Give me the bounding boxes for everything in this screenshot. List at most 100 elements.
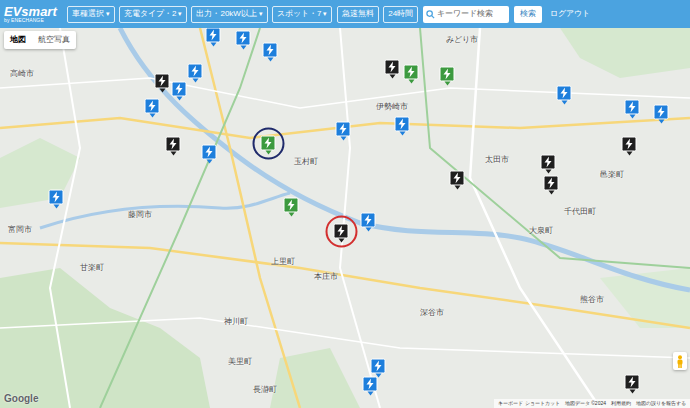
charger-pin[interactable]: [440, 67, 455, 86]
filter-toggle[interactable]: 急速無料: [337, 6, 379, 23]
highlight-ring: [252, 128, 284, 160]
pin-body: [361, 213, 376, 228]
lightning-icon: [443, 69, 452, 80]
filter-dropdown[interactable]: 充電タイプ・2▾: [119, 6, 187, 23]
lightning-icon: [374, 361, 383, 372]
filter-toggle[interactable]: 24時間: [383, 6, 418, 23]
charger-pin[interactable]: [188, 64, 203, 83]
attribution-link[interactable]: 利用規約: [611, 400, 631, 408]
attribution-bar: キーボード ショートカット地図データ ©2024 利用規約地図の誤りを報告する: [494, 399, 690, 408]
map-type-tab[interactable]: 航空写真: [32, 31, 76, 49]
place-label: 富岡市: [8, 224, 32, 236]
pin-tail: [149, 114, 155, 118]
pin-tail: [170, 152, 176, 156]
charger-pin[interactable]: [336, 122, 351, 141]
lightning-icon: [158, 76, 167, 87]
filter-label: 充電タイプ・2: [124, 8, 176, 20]
filter-dropdown[interactable]: 出力・20kW以上▾: [191, 6, 267, 23]
pin-tail: [626, 152, 632, 156]
charger-pin[interactable]: [385, 60, 400, 79]
charger-pin[interactable]: [541, 155, 556, 174]
charger-pin[interactable]: [206, 28, 221, 47]
charger-pin[interactable]: [363, 377, 378, 396]
map-type-control: 地図航空写真: [4, 31, 76, 49]
place-label: 甘楽町: [80, 262, 104, 274]
highlight-ring: [325, 216, 357, 248]
pin-tail: [159, 89, 165, 93]
charger-pin[interactable]: [49, 190, 64, 209]
lightning-icon: [52, 192, 61, 203]
top-bar: EVsmart by ENECHANGE 車種選択▾充電タイプ・2▾出力・20k…: [0, 0, 690, 28]
charger-pin[interactable]: [263, 43, 278, 62]
pin-body: [261, 136, 276, 151]
place-label: 高崎市: [10, 68, 34, 80]
pin-tail: [240, 46, 246, 50]
place-label: 熊谷市: [580, 294, 604, 306]
lightning-icon: [264, 138, 273, 149]
pin-body: [206, 28, 221, 43]
search-input[interactable]: [437, 8, 506, 20]
place-label: みどり市: [446, 34, 478, 46]
charger-pin[interactable]: [557, 86, 572, 105]
search-box: [423, 6, 509, 23]
pin-tail: [288, 213, 294, 217]
pin-body: [172, 82, 187, 97]
attribution-link[interactable]: 地図データ ©2024: [565, 400, 606, 408]
lightning-icon: [337, 226, 346, 237]
pin-body: [622, 137, 637, 152]
charger-pin[interactable]: [625, 100, 640, 119]
charger-pin[interactable]: [155, 74, 170, 93]
place-label: 玉村町: [294, 156, 318, 168]
pin-body: [155, 74, 170, 89]
charger-pin[interactable]: [166, 137, 181, 156]
place-label: 深谷市: [420, 307, 444, 319]
charger-pin[interactable]: [172, 82, 187, 101]
pin-body: [625, 100, 640, 115]
filter-label: 車種選択: [72, 8, 104, 20]
search-button[interactable]: 検索: [514, 6, 542, 23]
pin-tail: [454, 186, 460, 190]
logo-text: EVsmart: [4, 5, 62, 18]
charger-pin[interactable]: [261, 136, 276, 155]
place-label: 伊勢崎市: [376, 101, 408, 113]
map-type-tab[interactable]: 地図: [4, 31, 32, 49]
charger-pin[interactable]: [544, 176, 559, 195]
charger-pin[interactable]: [625, 375, 640, 394]
lightning-icon: [239, 33, 248, 44]
filter-dropdown[interactable]: スポット・7▾: [272, 6, 332, 23]
lightning-icon: [175, 84, 184, 95]
lightning-icon: [388, 62, 397, 73]
pin-body: [450, 171, 465, 186]
charger-pin[interactable]: [622, 137, 637, 156]
charger-pin[interactable]: [404, 65, 419, 84]
filter-label: スポット・7: [277, 8, 321, 20]
attribution-link[interactable]: キーボード ショートカット: [498, 400, 559, 408]
logo[interactable]: EVsmart by ENECHANGE: [4, 5, 62, 23]
charger-pin[interactable]: [450, 171, 465, 190]
map-canvas[interactable]: 地図航空写真 高崎市玉村町伊勢崎市太田市大泉町千代田町熊谷市本庄市深谷市上里町神…: [0, 28, 690, 408]
charger-pin[interactable]: [284, 198, 299, 217]
charger-pin[interactable]: [361, 213, 376, 232]
charger-pin[interactable]: [654, 105, 669, 124]
dropdown-arrow-icon: ▾: [106, 9, 110, 20]
filter-dropdown[interactable]: 車種選択▾: [67, 6, 115, 23]
pegman-icon: [676, 355, 684, 368]
charger-pin[interactable]: [334, 224, 349, 243]
attribution-link[interactable]: 地図の誤りを報告する: [636, 400, 686, 408]
charger-pin[interactable]: [202, 145, 217, 164]
pin-body: [336, 122, 351, 137]
logout-link[interactable]: ログアウト: [547, 8, 593, 20]
pin-body: [202, 145, 217, 160]
street-view-control[interactable]: [673, 352, 687, 370]
charger-pin[interactable]: [371, 359, 386, 378]
charger-pin[interactable]: [145, 99, 160, 118]
lightning-icon: [205, 147, 214, 158]
charger-pin[interactable]: [395, 117, 410, 136]
charger-pin[interactable]: [236, 31, 251, 50]
place-label: 長瀞町: [253, 384, 277, 396]
pin-tail: [176, 97, 182, 101]
lightning-icon: [287, 200, 296, 211]
lightning-icon: [266, 45, 275, 56]
pin-tail: [548, 191, 554, 195]
pin-tail: [340, 137, 346, 141]
